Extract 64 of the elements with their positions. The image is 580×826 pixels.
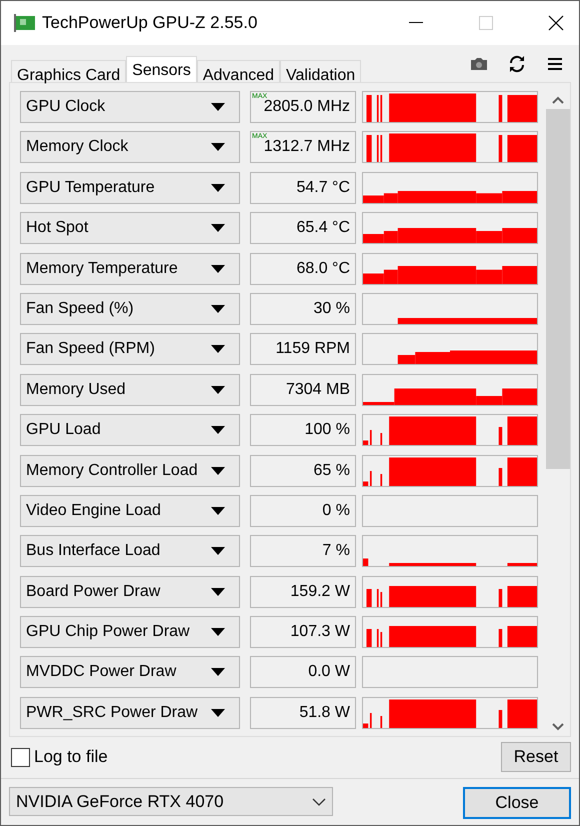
- sensor-value: 100 %: [304, 421, 350, 440]
- tab[interactable]: Validation: [280, 60, 362, 82]
- caret-icon: [211, 708, 225, 717]
- sensor-dropdown[interactable]: Bus Interface Load: [20, 535, 240, 568]
- scrollbar-thumb[interactable]: [546, 109, 570, 469]
- sensor-value: 65.4 °C: [296, 219, 350, 238]
- sensor-dropdown[interactable]: Memory Controller Load: [20, 454, 240, 487]
- caret-icon: [211, 264, 225, 273]
- tab[interactable]: Advanced: [196, 60, 280, 82]
- sensor-dropdown[interactable]: Memory Used: [20, 374, 240, 406]
- checkbox[interactable]: [11, 748, 30, 766]
- sensor-value: 65 %: [314, 462, 350, 480]
- sensor-value: 68.0 °C: [296, 260, 350, 278]
- device-dropdown[interactable]: NVIDIA GeForce RTX 4070: [9, 787, 333, 816]
- sensor-value: 1312.7 MHz: [264, 138, 350, 156]
- sensor-dropdown[interactable]: Memory Clock: [20, 131, 240, 164]
- sensor-dropdown[interactable]: Video Engine Load: [20, 494, 240, 527]
- sensor-dropdown[interactable]: Fan Speed (%): [20, 292, 240, 325]
- sensor-value: 0.0 W: [308, 663, 350, 682]
- sensor-value: 159.2 W: [290, 582, 350, 601]
- reset-button[interactable]: Reset: [501, 742, 571, 772]
- sensor-value: 2805.0 MHz: [264, 98, 350, 116]
- caret-icon: [211, 184, 225, 192]
- sensor-value: 7304 MB: [286, 380, 350, 399]
- sensor-dropdown[interactable]: Fan Speed (RPM): [20, 333, 240, 366]
- close-icon[interactable]: [548, 15, 564, 31]
- caret-icon: [211, 345, 225, 354]
- refresh-icon[interactable]: [507, 54, 527, 74]
- sensor-dropdown[interactable]: Board Power Draw: [20, 576, 240, 608]
- chevron-down-icon: [312, 798, 326, 806]
- sensor-value: 1159 RPM: [276, 340, 350, 358]
- sensor-dropdown[interactable]: Hot Spot: [20, 212, 240, 244]
- sensor-value: 107.3 W: [290, 623, 350, 642]
- sensor-dropdown[interactable]: GPU Clock: [20, 91, 240, 123]
- window-title: TechPowerUp GPU-Z 2.55.0: [42, 13, 258, 33]
- caret-icon: [211, 547, 225, 556]
- sensor-dropdown[interactable]: GPU Temperature: [20, 172, 240, 204]
- minimize-icon[interactable]: [409, 22, 423, 24]
- sensor-dropdown[interactable]: GPU Chip Power Draw: [20, 616, 240, 648]
- caret-icon: [211, 466, 225, 475]
- sensor-value: 54.7 °C: [296, 178, 350, 197]
- graphics-card-icon: [14, 13, 36, 33]
- caret-icon: [211, 426, 225, 434]
- caret-icon: [211, 224, 225, 232]
- caret-icon: [211, 103, 225, 111]
- sensor-value: 30 %: [314, 300, 350, 318]
- sensor-dropdown[interactable]: GPU Load: [20, 414, 240, 446]
- sensor-dropdown[interactable]: PWR_SRC Power Draw: [20, 696, 240, 729]
- sensor-value: 0 %: [322, 502, 350, 520]
- sensor-dropdown[interactable]: Memory Temperature: [20, 252, 240, 285]
- caret-icon: [211, 668, 225, 676]
- caret-icon: [211, 143, 225, 152]
- sensor-value: 7 %: [322, 542, 350, 560]
- tab[interactable]: Graphics Card: [11, 60, 126, 82]
- sensor-dropdown[interactable]: MVDDC Power Draw: [20, 656, 240, 688]
- caret-icon: [211, 506, 225, 515]
- tab[interactable]: Sensors: [126, 56, 197, 82]
- checkbox-label: Log to file: [34, 747, 108, 767]
- sensor-value: 51.8 W: [299, 704, 350, 722]
- caret-icon: [211, 628, 225, 636]
- caret-icon: [211, 386, 225, 394]
- caret-icon: [211, 588, 225, 596]
- caret-icon: [211, 304, 225, 313]
- close-button[interactable]: Close: [463, 787, 571, 819]
